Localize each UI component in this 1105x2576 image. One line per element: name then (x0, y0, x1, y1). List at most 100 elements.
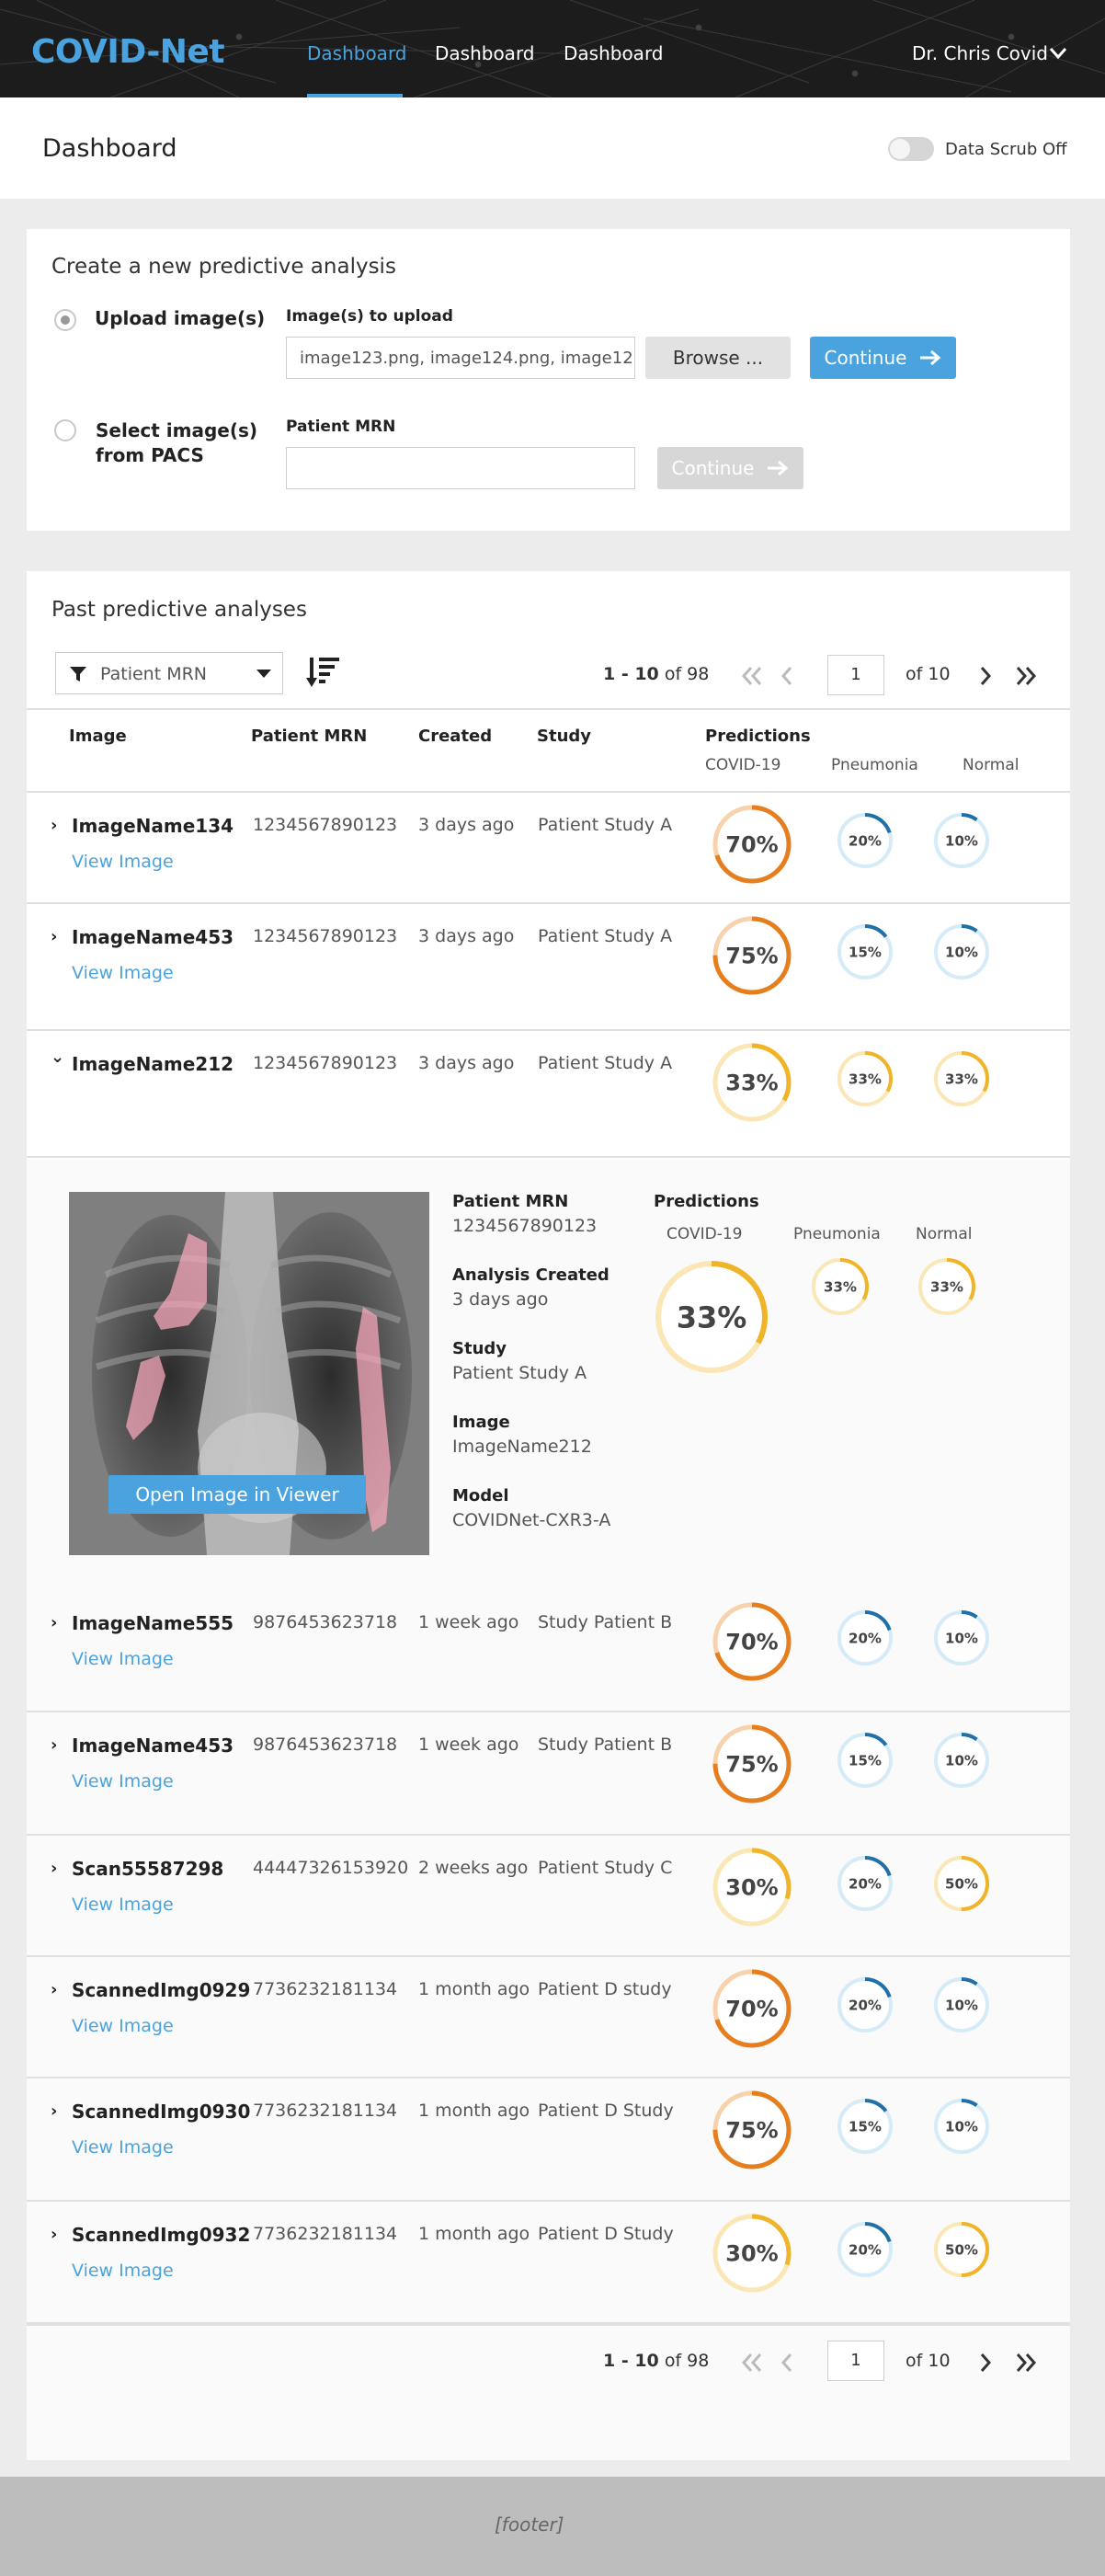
column-header-image: Image (69, 727, 127, 746)
filter-dropdown[interactable]: Patient MRN (55, 652, 283, 694)
view-image-link[interactable]: View Image (72, 852, 174, 872)
gauge-value: 15% (849, 944, 882, 960)
table-row[interactable] (27, 1590, 1070, 1712)
expand-chevron-icon[interactable]: › (51, 927, 57, 946)
study-name: Study Patient B (538, 1612, 673, 1632)
patient-mrn: 44447326153920 (253, 1858, 409, 1878)
upload-radio[interactable] (54, 309, 76, 331)
filter-icon (70, 667, 86, 681)
app-logo[interactable]: COVID-Net (31, 33, 225, 71)
first-page-icon[interactable] (740, 2351, 764, 2375)
expand-chevron-icon[interactable]: › (51, 2101, 57, 2121)
created-date: 1 week ago (418, 1735, 519, 1755)
covid-prediction-gauge: 70% (712, 1969, 792, 2048)
expand-chevron-icon[interactable]: › (51, 2225, 57, 2244)
covid-prediction-gauge: 75% (712, 1724, 792, 1803)
upload-file-input[interactable]: image123.png, image124.png, image125 (286, 337, 635, 379)
expand-chevron-icon[interactable]: › (51, 1613, 57, 1632)
gauge-value: 33% (824, 1278, 857, 1295)
page-title: Dashboard (42, 134, 177, 163)
expand-chevron-icon[interactable]: › (51, 816, 57, 835)
created-date: 2 weeks ago (418, 1858, 529, 1878)
upload-field-label: Image(s) to upload (286, 307, 453, 326)
view-image-link[interactable]: View Image (72, 963, 174, 983)
pacs-option-label: Select image(s) from PACS (96, 419, 258, 466)
view-image-link[interactable]: View Image (72, 1895, 174, 1915)
gauge-value: 10% (945, 2118, 978, 2135)
table-row[interactable] (27, 793, 1070, 904)
first-page-icon[interactable] (740, 664, 764, 688)
pacs-radio[interactable] (54, 419, 76, 441)
last-page-icon[interactable] (1014, 664, 1038, 688)
pneumonia-prediction-gauge: 15% (837, 924, 893, 979)
nav-dashboard-3[interactable]: Dashboard (564, 42, 664, 64)
expand-chevron-icon[interactable]: ⌄ (51, 1048, 64, 1067)
created-date: 3 days ago (418, 815, 515, 835)
table-row[interactable] (27, 2078, 1070, 2202)
data-scrub-toggle[interactable] (888, 137, 934, 161)
pneumonia-prediction-gauge: 20% (837, 1977, 893, 2032)
pneumonia-prediction-gauge: 15% (837, 1733, 893, 1788)
gauge-value: 33% (945, 1070, 978, 1087)
table-row[interactable] (27, 1031, 1070, 1158)
patient-mrn-input[interactable] (286, 447, 635, 489)
gauge-value: 20% (849, 1630, 882, 1646)
detail-mrn-label: Patient MRN (452, 1192, 569, 1211)
continue-pacs-button[interactable]: Continue (657, 447, 803, 489)
detail-study-value: Patient Study A (452, 1363, 587, 1383)
patient-mrn: 7736232181134 (253, 2224, 398, 2244)
gauge-value: 75% (725, 1752, 778, 1778)
previous-page-icon[interactable] (778, 2351, 794, 2375)
view-image-link[interactable]: View Image (72, 2137, 174, 2158)
view-image-link[interactable]: View Image (72, 2016, 174, 2036)
page-number-input[interactable]: 1 (827, 655, 884, 695)
gauge-value: 75% (725, 2118, 778, 2144)
past-analyses-title: Past predictive analyses (51, 598, 307, 622)
next-page-icon[interactable] (978, 2351, 995, 2375)
last-page-icon[interactable] (1014, 2351, 1038, 2375)
detail-normal-label: Normal (916, 1225, 973, 1243)
expand-chevron-icon[interactable]: › (51, 1859, 57, 1878)
patient-mrn: 7736232181134 (253, 1979, 398, 1999)
table-row[interactable] (27, 904, 1070, 1031)
previous-page-icon[interactable] (778, 664, 794, 688)
user-menu[interactable]: Dr. Chris Covid (912, 42, 1048, 64)
normal-prediction-gauge: 10% (934, 2099, 989, 2154)
patient-mrn: 1234567890123 (253, 815, 398, 835)
table-row[interactable] (27, 1957, 1070, 2078)
pneumonia-prediction-gauge: 33% (837, 1051, 893, 1106)
expand-chevron-icon[interactable]: › (51, 1980, 57, 1999)
covid-prediction-gauge: 30% (712, 2214, 792, 2293)
table-row[interactable] (27, 1836, 1070, 1957)
covid-prediction-gauge: 70% (712, 805, 792, 884)
next-page-icon[interactable] (978, 664, 995, 688)
range-total: of 98 (664, 664, 710, 684)
table-row[interactable] (27, 2202, 1070, 2324)
nav-dashboard-1[interactable]: Dashboard (307, 42, 407, 64)
expand-chevron-icon[interactable]: › (51, 1735, 57, 1755)
nav-dashboard-2[interactable]: Dashboard (435, 42, 535, 64)
study-name: Patient Study A (538, 815, 673, 835)
open-in-viewer-button[interactable]: Open Image in Viewer (108, 1475, 366, 1514)
image-name: ScannedImg0932 (72, 2224, 251, 2246)
detail-image-value: ImageName212 (452, 1437, 592, 1457)
patient-mrn: 9876453623718 (253, 1612, 398, 1632)
filter-value: Patient MRN (100, 664, 208, 684)
sort-icon[interactable] (306, 656, 343, 689)
row-divider (27, 1156, 1070, 1158)
view-image-link[interactable]: View Image (72, 1771, 174, 1792)
continue-upload-button[interactable]: Continue (810, 337, 956, 379)
gauge-value: 30% (725, 2241, 778, 2267)
column-header-mrn: Patient MRN (251, 727, 368, 746)
view-image-link[interactable]: View Image (72, 1649, 174, 1669)
chevron-down-icon[interactable] (1048, 46, 1068, 61)
view-image-link[interactable]: View Image (72, 2261, 174, 2281)
study-name: Study Patient B (538, 1735, 673, 1755)
page-number-input-bottom[interactable]: 1 (827, 2341, 884, 2381)
column-header-created: Created (418, 727, 493, 746)
patient-mrn: 7736232181134 (253, 2101, 398, 2121)
detail-model-value: COVIDNet-CXR3-A (452, 1510, 611, 1530)
table-row[interactable] (27, 1712, 1070, 1836)
browse-button[interactable]: Browse ... (645, 337, 791, 379)
column-header-pneumonia: Pneumonia (831, 756, 918, 774)
